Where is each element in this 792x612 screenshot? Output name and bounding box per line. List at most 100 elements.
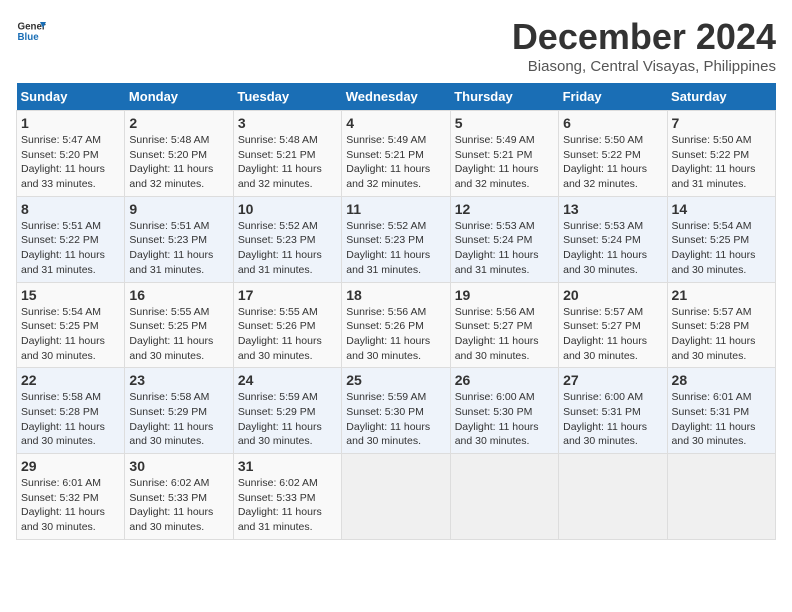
calendar-cell: 9 Sunrise: 5:51 AMSunset: 5:23 PMDayligh… xyxy=(125,196,233,282)
calendar-week-row: 8 Sunrise: 5:51 AMSunset: 5:22 PMDayligh… xyxy=(17,196,776,282)
day-info: Sunrise: 5:53 AMSunset: 5:24 PMDaylight:… xyxy=(455,220,539,276)
day-number: 24 xyxy=(238,372,337,388)
calendar-cell: 6 Sunrise: 5:50 AMSunset: 5:22 PMDayligh… xyxy=(559,111,667,197)
day-number: 10 xyxy=(238,201,337,217)
calendar-table: SundayMondayTuesdayWednesdayThursdayFrid… xyxy=(16,83,776,540)
day-info: Sunrise: 5:58 AMSunset: 5:28 PMDaylight:… xyxy=(21,391,105,447)
day-info: Sunrise: 5:51 AMSunset: 5:22 PMDaylight:… xyxy=(21,220,105,276)
day-number: 4 xyxy=(346,115,445,131)
day-number: 31 xyxy=(238,458,337,474)
calendar-cell: 12 Sunrise: 5:53 AMSunset: 5:24 PMDaylig… xyxy=(450,196,558,282)
day-number: 21 xyxy=(672,287,771,303)
header-tuesday: Tuesday xyxy=(233,83,341,111)
day-info: Sunrise: 5:52 AMSunset: 5:23 PMDaylight:… xyxy=(238,220,322,276)
day-number: 27 xyxy=(563,372,662,388)
day-info: Sunrise: 5:55 AMSunset: 5:25 PMDaylight:… xyxy=(129,306,213,362)
day-info: Sunrise: 5:49 AMSunset: 5:21 PMDaylight:… xyxy=(455,134,539,190)
calendar-cell: 10 Sunrise: 5:52 AMSunset: 5:23 PMDaylig… xyxy=(233,196,341,282)
day-info: Sunrise: 5:57 AMSunset: 5:27 PMDaylight:… xyxy=(563,306,647,362)
day-number: 15 xyxy=(21,287,120,303)
calendar-cell: 28 Sunrise: 6:01 AMSunset: 5:31 PMDaylig… xyxy=(667,368,775,454)
logo: General Blue xyxy=(16,16,46,46)
calendar-cell xyxy=(667,454,775,540)
calendar-week-row: 29 Sunrise: 6:01 AMSunset: 5:32 PMDaylig… xyxy=(17,454,776,540)
calendar-cell: 27 Sunrise: 6:00 AMSunset: 5:31 PMDaylig… xyxy=(559,368,667,454)
day-info: Sunrise: 5:49 AMSunset: 5:21 PMDaylight:… xyxy=(346,134,430,190)
calendar-cell: 3 Sunrise: 5:48 AMSunset: 5:21 PMDayligh… xyxy=(233,111,341,197)
day-number: 6 xyxy=(563,115,662,131)
day-number: 25 xyxy=(346,372,445,388)
header-thursday: Thursday xyxy=(450,83,558,111)
page-header: General Blue December 2024 Biasong, Cent… xyxy=(16,16,776,75)
day-info: Sunrise: 5:52 AMSunset: 5:23 PMDaylight:… xyxy=(346,220,430,276)
day-number: 3 xyxy=(238,115,337,131)
day-info: Sunrise: 6:00 AMSunset: 5:31 PMDaylight:… xyxy=(563,391,647,447)
calendar-header-row: SundayMondayTuesdayWednesdayThursdayFrid… xyxy=(17,83,776,111)
day-number: 2 xyxy=(129,115,228,131)
day-number: 26 xyxy=(455,372,554,388)
day-number: 20 xyxy=(563,287,662,303)
day-info: Sunrise: 6:01 AMSunset: 5:32 PMDaylight:… xyxy=(21,477,105,533)
calendar-cell: 26 Sunrise: 6:00 AMSunset: 5:30 PMDaylig… xyxy=(450,368,558,454)
calendar-cell: 13 Sunrise: 5:53 AMSunset: 5:24 PMDaylig… xyxy=(559,196,667,282)
calendar-cell: 29 Sunrise: 6:01 AMSunset: 5:32 PMDaylig… xyxy=(17,454,125,540)
day-number: 16 xyxy=(129,287,228,303)
calendar-cell: 19 Sunrise: 5:56 AMSunset: 5:27 PMDaylig… xyxy=(450,282,558,368)
header-friday: Friday xyxy=(559,83,667,111)
day-number: 5 xyxy=(455,115,554,131)
day-number: 11 xyxy=(346,201,445,217)
calendar-cell: 21 Sunrise: 5:57 AMSunset: 5:28 PMDaylig… xyxy=(667,282,775,368)
day-number: 8 xyxy=(21,201,120,217)
calendar-week-row: 15 Sunrise: 5:54 AMSunset: 5:25 PMDaylig… xyxy=(17,282,776,368)
header-wednesday: Wednesday xyxy=(342,83,450,111)
title-block: December 2024 Biasong, Central Visayas, … xyxy=(512,16,776,75)
day-info: Sunrise: 5:48 AMSunset: 5:20 PMDaylight:… xyxy=(129,134,213,190)
calendar-cell xyxy=(450,454,558,540)
main-title: December 2024 xyxy=(512,16,776,58)
calendar-cell xyxy=(559,454,667,540)
day-number: 14 xyxy=(672,201,771,217)
day-number: 29 xyxy=(21,458,120,474)
day-info: Sunrise: 5:59 AMSunset: 5:29 PMDaylight:… xyxy=(238,391,322,447)
day-number: 28 xyxy=(672,372,771,388)
day-info: Sunrise: 6:01 AMSunset: 5:31 PMDaylight:… xyxy=(672,391,756,447)
day-number: 17 xyxy=(238,287,337,303)
calendar-cell: 30 Sunrise: 6:02 AMSunset: 5:33 PMDaylig… xyxy=(125,454,233,540)
calendar-cell: 1 Sunrise: 5:47 AMSunset: 5:20 PMDayligh… xyxy=(17,111,125,197)
day-info: Sunrise: 5:58 AMSunset: 5:29 PMDaylight:… xyxy=(129,391,213,447)
day-number: 19 xyxy=(455,287,554,303)
calendar-cell: 15 Sunrise: 5:54 AMSunset: 5:25 PMDaylig… xyxy=(17,282,125,368)
day-number: 30 xyxy=(129,458,228,474)
calendar-cell: 25 Sunrise: 5:59 AMSunset: 5:30 PMDaylig… xyxy=(342,368,450,454)
day-info: Sunrise: 5:51 AMSunset: 5:23 PMDaylight:… xyxy=(129,220,213,276)
day-number: 7 xyxy=(672,115,771,131)
calendar-cell: 17 Sunrise: 5:55 AMSunset: 5:26 PMDaylig… xyxy=(233,282,341,368)
day-info: Sunrise: 6:00 AMSunset: 5:30 PMDaylight:… xyxy=(455,391,539,447)
header-monday: Monday xyxy=(125,83,233,111)
day-info: Sunrise: 5:54 AMSunset: 5:25 PMDaylight:… xyxy=(672,220,756,276)
day-info: Sunrise: 5:50 AMSunset: 5:22 PMDaylight:… xyxy=(672,134,756,190)
day-number: 22 xyxy=(21,372,120,388)
day-info: Sunrise: 5:54 AMSunset: 5:25 PMDaylight:… xyxy=(21,306,105,362)
day-info: Sunrise: 6:02 AMSunset: 5:33 PMDaylight:… xyxy=(238,477,322,533)
calendar-cell: 24 Sunrise: 5:59 AMSunset: 5:29 PMDaylig… xyxy=(233,368,341,454)
calendar-cell: 20 Sunrise: 5:57 AMSunset: 5:27 PMDaylig… xyxy=(559,282,667,368)
day-info: Sunrise: 5:50 AMSunset: 5:22 PMDaylight:… xyxy=(563,134,647,190)
calendar-cell: 11 Sunrise: 5:52 AMSunset: 5:23 PMDaylig… xyxy=(342,196,450,282)
calendar-cell: 7 Sunrise: 5:50 AMSunset: 5:22 PMDayligh… xyxy=(667,111,775,197)
day-info: Sunrise: 5:55 AMSunset: 5:26 PMDaylight:… xyxy=(238,306,322,362)
day-info: Sunrise: 5:48 AMSunset: 5:21 PMDaylight:… xyxy=(238,134,322,190)
calendar-cell: 4 Sunrise: 5:49 AMSunset: 5:21 PMDayligh… xyxy=(342,111,450,197)
day-number: 18 xyxy=(346,287,445,303)
day-number: 23 xyxy=(129,372,228,388)
calendar-cell: 8 Sunrise: 5:51 AMSunset: 5:22 PMDayligh… xyxy=(17,196,125,282)
calendar-cell: 18 Sunrise: 5:56 AMSunset: 5:26 PMDaylig… xyxy=(342,282,450,368)
logo-icon: General Blue xyxy=(16,16,46,46)
calendar-week-row: 22 Sunrise: 5:58 AMSunset: 5:28 PMDaylig… xyxy=(17,368,776,454)
day-info: Sunrise: 5:47 AMSunset: 5:20 PMDaylight:… xyxy=(21,134,105,190)
calendar-cell xyxy=(342,454,450,540)
subtitle: Biasong, Central Visayas, Philippines xyxy=(512,58,776,75)
calendar-body: 1 Sunrise: 5:47 AMSunset: 5:20 PMDayligh… xyxy=(17,111,776,540)
day-number: 9 xyxy=(129,201,228,217)
calendar-cell: 16 Sunrise: 5:55 AMSunset: 5:25 PMDaylig… xyxy=(125,282,233,368)
